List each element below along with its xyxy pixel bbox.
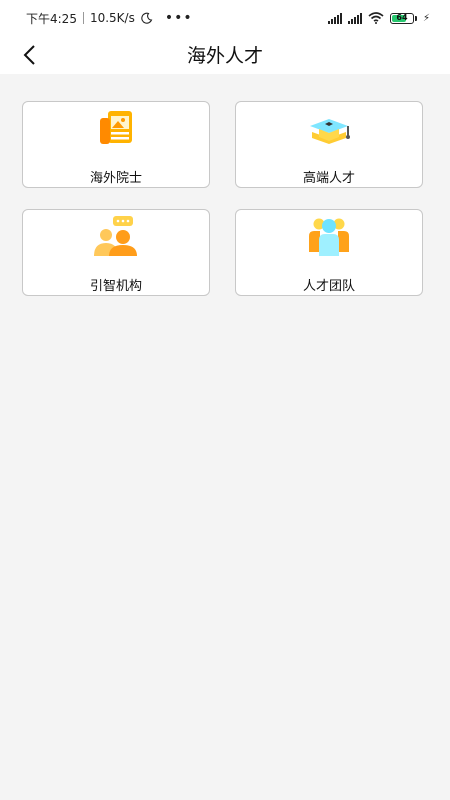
status-separator: [82, 12, 84, 24]
moon-icon: [141, 12, 153, 24]
network-speed: 10.5K/s: [89, 11, 135, 25]
card-label: 高端人才: [302, 171, 355, 186]
card-high-end-talent[interactable]: 高端人才: [235, 101, 423, 188]
card-talent-institutions[interactable]: 引智机构: [22, 209, 210, 296]
graduation-cap-icon: [310, 119, 350, 144]
card-label: 人才团队: [302, 279, 355, 294]
more-notifications-icon: •••: [164, 10, 193, 26]
status-right: 64 ⚡: [327, 12, 430, 24]
battery-icon: 64: [389, 12, 417, 24]
people-chat-icon: [94, 216, 137, 256]
page-title: 海外人才: [186, 45, 263, 67]
status-time: 下午4:25: [26, 11, 77, 26]
signal-icon: [327, 12, 342, 24]
wifi-icon: [368, 12, 384, 24]
card-talent-teams[interactable]: 人才团队: [235, 209, 423, 296]
charging-icon: ⚡: [422, 12, 430, 24]
signal-hd-icon: [347, 12, 362, 24]
app-header: 海外人才: [0, 36, 450, 74]
status-left: 下午4:25 10.5K/s •••: [26, 10, 193, 27]
status-bar: 下午4:25 10.5K/s ••• 64 ⚡: [0, 0, 450, 36]
main-content: 海外院士 高端人才 引智机构 人才团队: [0, 74, 450, 800]
battery-level: 64: [396, 12, 408, 22]
newspaper-icon: [100, 111, 132, 144]
card-label: 引智机构: [89, 279, 142, 294]
card-overseas-academicians[interactable]: 海外院士: [22, 101, 210, 188]
card-label: 海外院士: [89, 171, 142, 186]
team-icon: [309, 218, 349, 256]
